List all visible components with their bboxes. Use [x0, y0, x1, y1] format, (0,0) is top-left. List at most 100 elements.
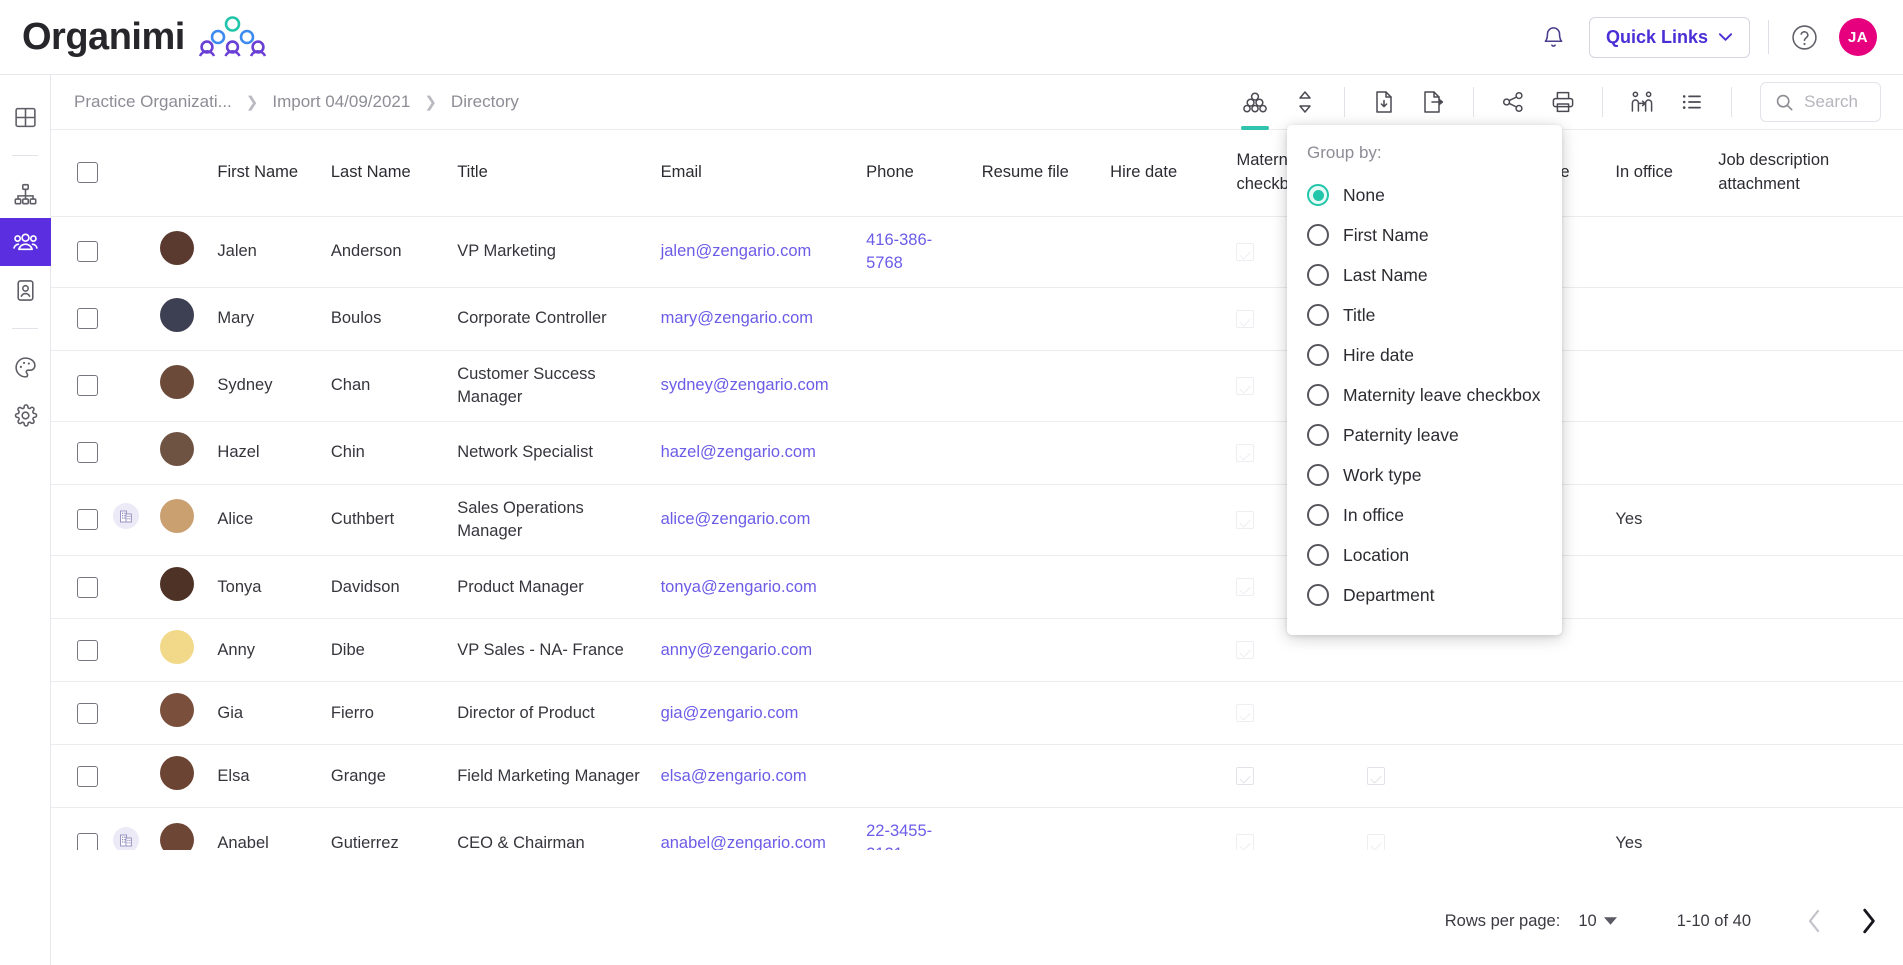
row-checkbox[interactable]: [77, 509, 98, 530]
row-checkbox[interactable]: [77, 241, 98, 262]
select-all-checkbox[interactable]: [77, 162, 98, 183]
row-checkbox[interactable]: [77, 442, 98, 463]
table-row[interactable]: ElsaGrangeField Marketing Managerelsa@ze…: [51, 745, 1903, 808]
header-phone[interactable]: Phone: [858, 130, 974, 216]
list-view-button[interactable]: [1667, 75, 1717, 130]
assign-people-button[interactable]: [1617, 75, 1667, 130]
group-by-option-title[interactable]: Title: [1287, 295, 1562, 335]
maternity-leave-checkbox[interactable]: [1236, 310, 1254, 328]
radio-icon[interactable]: [1307, 584, 1329, 606]
table-row[interactable]: AnnyDibeVP Sales - NA- Franceanny@zengar…: [51, 619, 1903, 682]
email-link[interactable]: mary@zengario.com: [661, 309, 813, 327]
user-avatar[interactable]: JA: [1839, 18, 1877, 56]
maternity-leave-checkbox[interactable]: [1236, 578, 1254, 596]
previous-page-button[interactable]: [1787, 894, 1841, 948]
paternity-leave-checkbox[interactable]: [1367, 834, 1385, 850]
radio-icon[interactable]: [1307, 344, 1329, 366]
group-by-option-none[interactable]: None: [1287, 175, 1562, 215]
header-last-name[interactable]: Last Name: [323, 130, 449, 216]
row-checkbox[interactable]: [77, 308, 98, 329]
row-checkbox[interactable]: [77, 577, 98, 598]
maternity-leave-checkbox[interactable]: [1236, 243, 1254, 261]
import-button[interactable]: [1359, 75, 1409, 130]
breadcrumb-item-2[interactable]: Directory: [451, 92, 519, 112]
radio-icon[interactable]: [1307, 504, 1329, 526]
maternity-leave-checkbox[interactable]: [1236, 767, 1254, 785]
email-link[interactable]: elsa@zengario.com: [661, 767, 807, 785]
table-row[interactable]: JalenAndersonVP Marketingjalen@zengario.…: [51, 216, 1903, 287]
group-by-option-last-name[interactable]: Last Name: [1287, 255, 1562, 295]
table-row[interactable]: GiaFierroDirector of Productgia@zengario…: [51, 682, 1903, 745]
header-title[interactable]: Title: [449, 130, 652, 216]
next-page-button[interactable]: [1841, 894, 1895, 948]
group-by-option-hire-date[interactable]: Hire date: [1287, 335, 1562, 375]
group-by-option-in-office[interactable]: In office: [1287, 495, 1562, 535]
maternity-leave-checkbox[interactable]: [1236, 444, 1254, 462]
row-checkbox[interactable]: [77, 375, 98, 396]
email-link[interactable]: tonya@zengario.com: [661, 578, 817, 596]
table-row[interactable]: TonyaDavidsonProduct Managertonya@zengar…: [51, 556, 1903, 619]
brand-logo[interactable]: Organimi: [0, 16, 270, 58]
email-link[interactable]: anny@zengario.com: [661, 641, 813, 659]
radio-icon[interactable]: [1307, 384, 1329, 406]
share-button[interactable]: [1488, 75, 1538, 130]
quick-links-button[interactable]: Quick Links: [1589, 17, 1750, 58]
row-checkbox[interactable]: [77, 703, 98, 724]
header-job-description[interactable]: Job description attachment: [1710, 130, 1903, 216]
email-link[interactable]: jalen@zengario.com: [661, 242, 812, 260]
table-row[interactable]: AnabelGutierrezCEO & Chairmananabel@zeng…: [51, 808, 1903, 850]
breadcrumb-item-0[interactable]: Practice Organizati...: [74, 92, 232, 112]
group-by-option-department[interactable]: Department: [1287, 575, 1562, 615]
sidebar-item-people[interactable]: [0, 218, 51, 266]
radio-icon[interactable]: [1307, 264, 1329, 286]
print-button[interactable]: [1538, 75, 1588, 130]
maternity-leave-checkbox[interactable]: [1236, 511, 1254, 529]
radio-icon[interactable]: [1307, 424, 1329, 446]
export-button[interactable]: [1409, 75, 1459, 130]
header-resume-file[interactable]: Resume file: [974, 130, 1102, 216]
header-in-office[interactable]: In office: [1607, 130, 1710, 216]
email-link[interactable]: alice@zengario.com: [661, 510, 811, 528]
notifications-button[interactable]: [1537, 20, 1571, 54]
email-link[interactable]: sydney@zengario.com: [661, 376, 829, 394]
group-by-button[interactable]: [1230, 75, 1280, 130]
table-row[interactable]: HazelChinNetwork Specialisthazel@zengari…: [51, 421, 1903, 484]
radio-icon[interactable]: [1307, 464, 1329, 486]
radio-icon[interactable]: [1307, 224, 1329, 246]
header-first-name[interactable]: First Name: [209, 130, 322, 216]
group-by-option-paternity-leave[interactable]: Paternity leave: [1287, 415, 1562, 455]
maternity-leave-checkbox[interactable]: [1236, 834, 1254, 850]
rows-per-page-select[interactable]: 10: [1578, 912, 1616, 931]
email-link[interactable]: anabel@zengario.com: [661, 834, 826, 850]
maternity-leave-checkbox[interactable]: [1236, 704, 1254, 722]
sidebar-item-theme[interactable]: [0, 343, 51, 391]
radio-icon[interactable]: [1307, 184, 1329, 206]
radio-icon[interactable]: [1307, 544, 1329, 566]
table-row[interactable]: MaryBoulosCorporate Controllermary@zenga…: [51, 287, 1903, 350]
sidebar-item-contacts[interactable]: [0, 266, 51, 314]
header-email[interactable]: Email: [653, 130, 859, 216]
email-link[interactable]: gia@zengario.com: [661, 704, 799, 722]
row-checkbox[interactable]: [77, 833, 98, 850]
group-by-option-maternity-leave-checkbox[interactable]: Maternity leave checkbox: [1287, 375, 1562, 415]
row-checkbox[interactable]: [77, 766, 98, 787]
row-checkbox[interactable]: [77, 640, 98, 661]
email-link[interactable]: hazel@zengario.com: [661, 443, 816, 461]
sidebar-item-org-chart[interactable]: [0, 170, 51, 218]
search-input[interactable]: Search: [1760, 82, 1881, 122]
sidebar-item-settings[interactable]: [0, 391, 51, 439]
table-row[interactable]: AliceCuthbertSales Operations Managerali…: [51, 484, 1903, 555]
help-button[interactable]: [1787, 20, 1821, 54]
table-row[interactable]: SydneyChanCustomer Success Managersydney…: [51, 350, 1903, 421]
paternity-leave-checkbox[interactable]: [1367, 767, 1385, 785]
maternity-leave-checkbox[interactable]: [1236, 377, 1254, 395]
maternity-leave-checkbox[interactable]: [1236, 641, 1254, 659]
breadcrumb-item-1[interactable]: Import 04/09/2021: [272, 92, 410, 112]
sort-button[interactable]: [1280, 75, 1330, 130]
group-by-option-first-name[interactable]: First Name: [1287, 215, 1562, 255]
group-by-option-location[interactable]: Location: [1287, 535, 1562, 575]
radio-icon[interactable]: [1307, 304, 1329, 326]
group-by-option-work-type[interactable]: Work type: [1287, 455, 1562, 495]
sidebar-item-dashboard[interactable]: [0, 93, 51, 141]
header-hire-date[interactable]: Hire date: [1102, 130, 1228, 216]
